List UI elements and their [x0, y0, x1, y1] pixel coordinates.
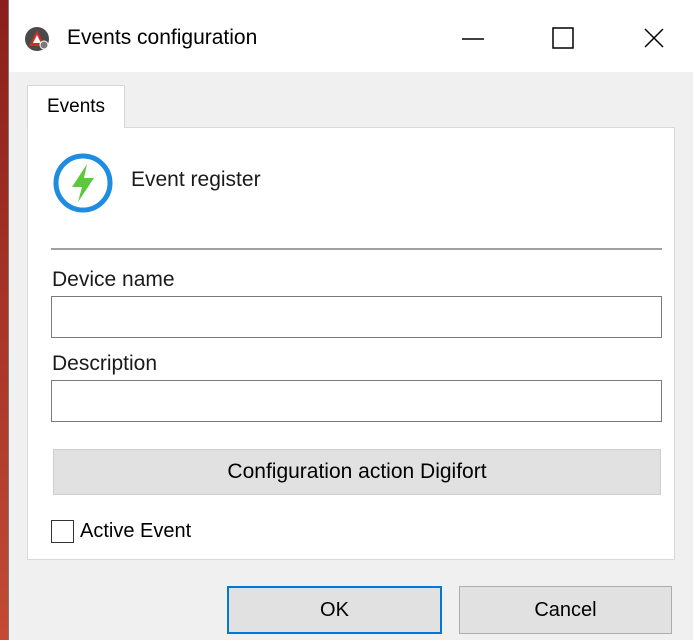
event-register-heading: Event register: [131, 168, 261, 191]
events-configuration-dialog: Events configuration Events Event regist…: [8, 0, 693, 640]
description-input[interactable]: [51, 380, 662, 422]
close-icon: [644, 28, 664, 48]
app-logo-icon: [25, 27, 49, 51]
close-button[interactable]: [624, 14, 684, 62]
configuration-action-button[interactable]: Configuration action Digifort: [53, 449, 661, 495]
device-name-input[interactable]: [51, 296, 662, 338]
description-label: Description: [52, 352, 158, 375]
ok-button[interactable]: OK: [227, 586, 442, 634]
minimize-button[interactable]: [443, 14, 503, 62]
separator: [51, 248, 662, 250]
minimize-icon: [462, 38, 484, 40]
active-event-row[interactable]: Active Event: [51, 517, 191, 545]
maximize-button[interactable]: [533, 14, 593, 62]
maximize-icon: [552, 27, 574, 49]
cancel-button[interactable]: Cancel: [459, 586, 672, 634]
device-name-label: Device name: [52, 268, 175, 291]
window-title: Events configuration: [67, 26, 258, 49]
tab-events[interactable]: Events: [27, 85, 125, 128]
events-panel: Event register Device name Description C…: [27, 127, 675, 560]
active-event-checkbox[interactable]: [51, 519, 74, 543]
title-bar[interactable]: Events configuration: [9, 0, 693, 72]
active-event-label[interactable]: Active Event: [80, 520, 191, 543]
lightning-bolt-icon: [53, 153, 113, 213]
